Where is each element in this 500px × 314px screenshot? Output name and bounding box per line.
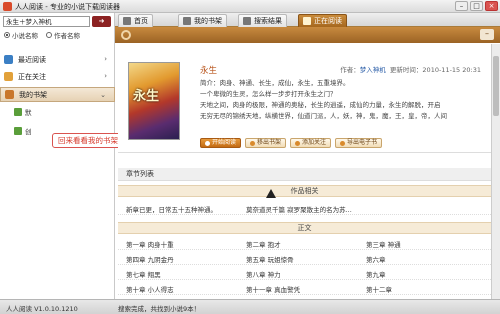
toolbar: – — [115, 27, 500, 43]
search-input[interactable]: 永生＋梦入神机 — [3, 16, 90, 27]
book-actions: 开始阅读 移出书架 添加关注 导出电子书 — [200, 138, 383, 148]
export-ebook-button[interactable]: 导出电子书 — [335, 138, 383, 148]
tab-bar: 首页 我的书架 搜索结果 正在阅读 — [115, 13, 500, 27]
sidebar-item-recent[interactable]: 最近阅读 › — [0, 52, 115, 67]
radio-icon — [4, 32, 10, 38]
table-row: 第一章 肉身十重 第二章 抱才 第三章 神通 — [118, 236, 491, 250]
radio-icon — [46, 32, 52, 38]
bookshelf-icon — [5, 90, 14, 99]
add-follow-button[interactable]: 添加关注 — [290, 138, 332, 148]
app-version: 人人阅读 V1.0.10.1210 — [6, 305, 78, 313]
chapter-link[interactable]: 第二章 抱才 — [246, 239, 281, 249]
minimize-icon[interactable]: – — [455, 1, 468, 11]
tab-bookshelf[interactable]: 我的书架 — [178, 14, 227, 27]
book-title: 永生 — [200, 66, 218, 76]
chapter-link[interactable]: 第五章 玩姐惊骨 — [246, 254, 294, 264]
search-row: 永生＋梦入神机 ➜ — [3, 16, 111, 27]
divider — [118, 152, 491, 153]
app-logo-icon — [3, 2, 12, 11]
book-description: 简介：肉身、神通、长生，成仙，永生，五重境界。 一个卑微的生灵，怎么样一步步打开… — [200, 79, 447, 120]
arrow-right-icon: ➜ — [98, 17, 105, 25]
tab-search-results[interactable]: 搜索结果 — [238, 14, 287, 27]
main-text-header: 正文 — [118, 222, 491, 234]
chapter-link[interactable]: 第一章 肉身十重 — [126, 239, 174, 249]
maximize-icon[interactable]: □ — [470, 1, 483, 11]
recent-icon — [4, 55, 13, 64]
chevron-right-icon: › — [104, 55, 107, 63]
reading-icon — [303, 17, 311, 25]
scrollbar-thumb[interactable] — [493, 56, 499, 116]
tab-reading[interactable]: 正在阅读 — [298, 14, 347, 27]
gear-icon[interactable] — [121, 30, 131, 40]
chapter-link[interactable]: 第七章 翔黑 — [126, 269, 161, 279]
window-controls: – □ × — [455, 1, 498, 11]
folder-icon — [14, 127, 22, 135]
book-detail-panel: 永生 永生 作者：梦入神机 更新时间：2010-11-15 20:31 简介：肉… — [118, 44, 491, 299]
play-icon — [205, 140, 210, 146]
search-button[interactable]: ➜ — [92, 16, 111, 27]
export-icon — [340, 140, 346, 146]
remove-from-shelf-button[interactable]: 移出书架 — [245, 138, 287, 148]
shelf-subitem[interactable]: 创 — [14, 126, 32, 136]
chapter-link[interactable]: 莫奈道灵千篇 寂罗聚散主的名为苏... — [246, 204, 352, 214]
shelf-icon — [183, 17, 191, 25]
start-reading-button[interactable]: 开始阅读 — [200, 138, 242, 148]
shelf-icon — [250, 140, 256, 146]
author-link[interactable]: 梦入神机 — [360, 66, 386, 74]
chevron-down-icon: ⌄ — [100, 91, 106, 99]
table-row: 第四章 九阴金丹 第五章 玩姐惊骨 第六章 — [118, 251, 491, 265]
folder-icon — [14, 108, 22, 116]
radio-author-name[interactable]: 作者名称 — [46, 30, 80, 40]
title-bar: 人人阅读 - 专业的小说下载阅读器 – □ × — [0, 0, 500, 13]
sidebar-item-bookshelf[interactable]: 我的书架 ⌄ — [0, 87, 115, 102]
table-row: 新章已更，日常五十五种神通。 莫奈道灵千篇 寂罗聚散主的名为苏... — [118, 201, 491, 215]
sidebar: 永生＋梦入神机 ➜ 小说名称 作者名称 最近阅读 › 正在关注 › 我的书架 ⌄… — [0, 13, 132, 299]
table-row: 第七章 翔黑 第八章 神力 第九章 — [118, 266, 491, 280]
shelf-subitem[interactable]: 默 — [14, 107, 32, 117]
window-title: 人人阅读 - 专业的小说下载阅读器 — [15, 3, 120, 11]
status-bar: 人人阅读 V1.0.10.1210 搜索完成，共找到小说9本！ — [0, 299, 500, 314]
table-row: 第十章 小人得志 第十一章 真血警凭 第十二章 — [118, 281, 491, 295]
chapter-link[interactable]: 第八章 神力 — [246, 269, 281, 279]
cover-title: 永生 — [133, 89, 160, 104]
chapter-link[interactable]: 第九章 — [366, 269, 386, 279]
star-icon — [295, 140, 301, 146]
sidebar-item-following[interactable]: 正在关注 › — [0, 69, 115, 84]
chapter-link[interactable]: 第十一章 真血警凭 — [246, 284, 300, 294]
chevron-right-icon: › — [104, 72, 107, 80]
tab-home[interactable]: 首页 — [118, 14, 153, 27]
chapter-link[interactable]: 第六章 — [366, 254, 386, 264]
search-type-radios: 小说名称 作者名称 — [4, 30, 112, 40]
search-icon — [243, 17, 251, 25]
home-icon — [123, 17, 131, 25]
chapter-link[interactable]: 新章已更，日常五十五种神通。 — [126, 204, 217, 214]
chapter-link[interactable]: 第十章 小人得志 — [126, 284, 174, 294]
status-message: 搜索完成，共找到小说9本！ — [118, 305, 201, 313]
book-cover[interactable]: 永生 — [128, 62, 180, 140]
chapter-link[interactable]: 第四章 九阴金丹 — [126, 254, 174, 264]
chapter-link[interactable]: 第十二章 — [366, 284, 392, 294]
book-meta: 作者：梦入神机 更新时间：2010-11-15 20:31 — [340, 66, 481, 74]
related-header: 作品相关 — [118, 185, 491, 197]
scrollbar[interactable] — [491, 44, 500, 299]
chapter-link[interactable]: 第三章 神通 — [366, 239, 401, 249]
follow-icon — [4, 72, 13, 81]
collapse-icon[interactable]: – — [480, 29, 494, 40]
chapter-list-title: 章节列表 — [118, 168, 491, 181]
radio-novel-name[interactable]: 小说名称 — [4, 30, 38, 40]
close-icon[interactable]: × — [485, 1, 498, 11]
mouse-cursor-icon — [266, 189, 276, 198]
